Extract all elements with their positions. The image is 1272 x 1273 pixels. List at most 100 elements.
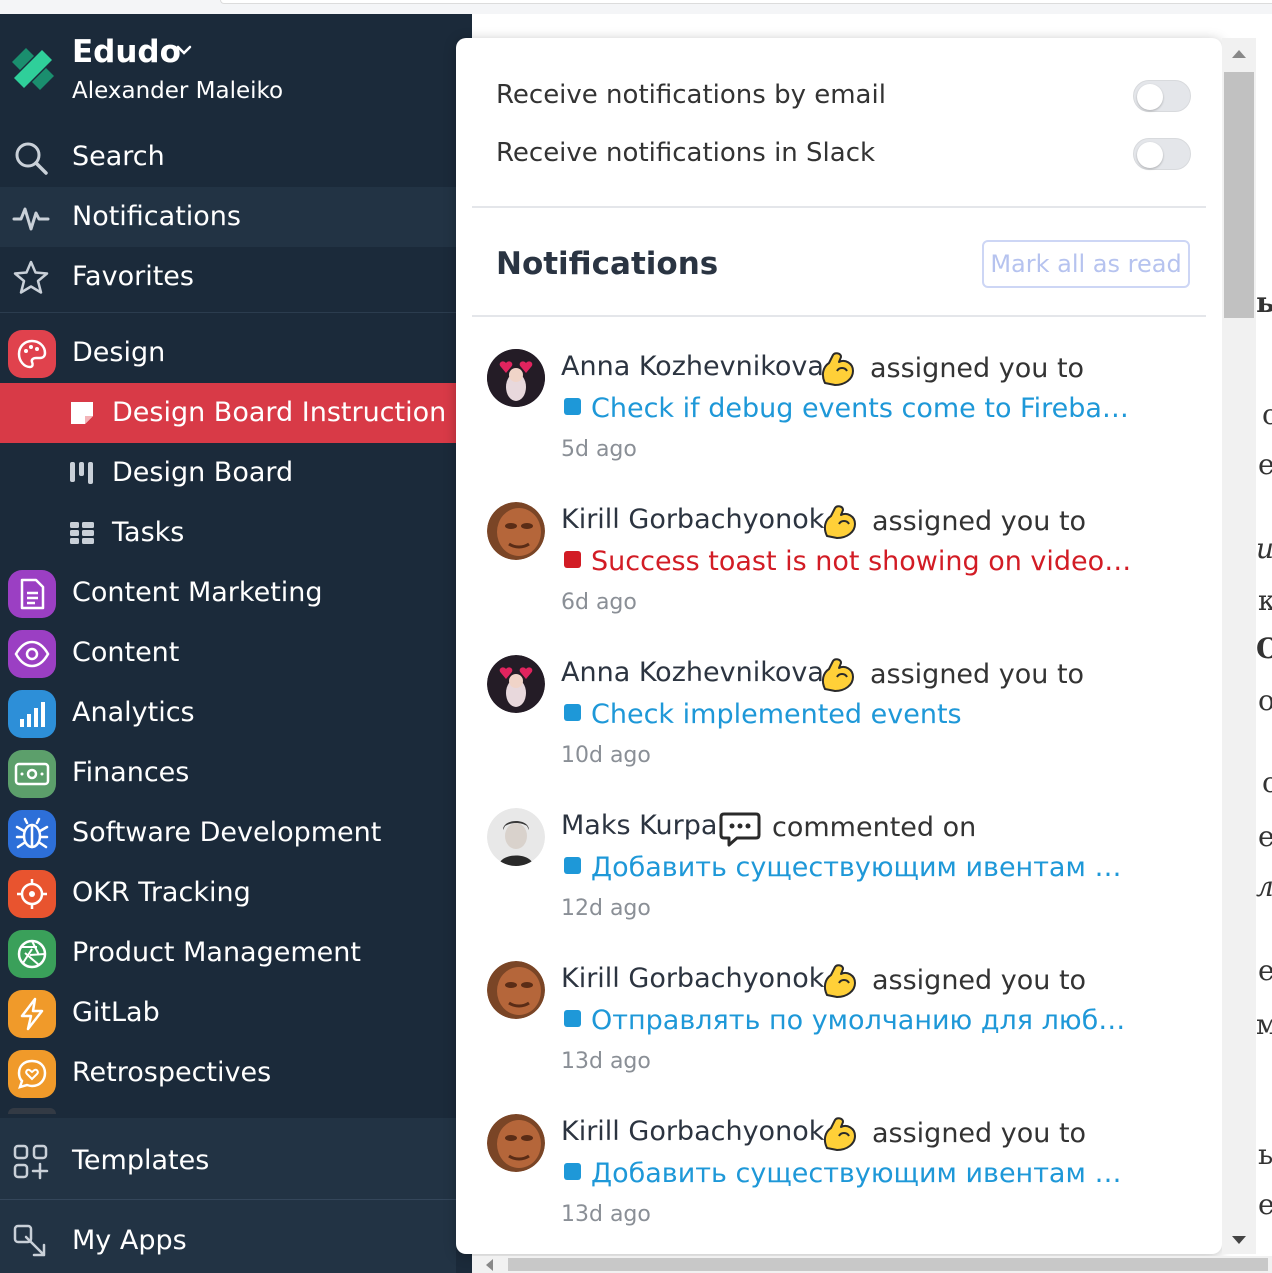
nav-notifications-label: Notifications: [72, 201, 241, 232]
board-columns-icon: [70, 462, 93, 484]
app-tasks[interactable]: Tasks: [0, 503, 456, 563]
nav-search[interactable]: Search: [0, 127, 456, 187]
app-software-development-label: Software Development: [72, 817, 382, 848]
notification-action: assigned you to: [872, 506, 1087, 537]
app-design-board-instruction-label: Design Board Instruction: [112, 397, 447, 428]
notification-item[interactable]: Maks Kurpa commented on Добавить существ…: [456, 808, 1222, 961]
app-design-label: Design: [72, 337, 166, 368]
notification-task-link[interactable]: Check if debug events come to Firebase. …: [564, 393, 1134, 424]
mark-all-read-button[interactable]: Mark all as read: [982, 240, 1190, 288]
app-finances[interactable]: Finances: [0, 743, 456, 803]
app-retrospectives[interactable]: Retrospectives: [0, 1043, 456, 1103]
app-content-marketing-label: Content Marketing: [72, 577, 323, 608]
notification-item[interactable]: Kirill Gorbachyonok assigned you to Succ…: [456, 502, 1222, 655]
task-title: Добавить существующим ивентам токе...: [591, 1158, 1134, 1189]
app-retrospectives-label: Retrospectives: [72, 1057, 272, 1088]
browser-top-strip: [0, 0, 1272, 14]
panel-scrollbar[interactable]: [1222, 38, 1256, 1254]
table-grid-icon: [70, 522, 94, 544]
notification-task-link[interactable]: Check implemented events: [564, 699, 1134, 730]
notification-task-link[interactable]: Отправлять по умолчанию для любого ...: [564, 1005, 1134, 1036]
scroll-up-arrow-icon[interactable]: [1232, 50, 1246, 58]
user-name: Alexander Maleiko: [72, 78, 284, 104]
slack-notifications-toggle[interactable]: [1133, 138, 1191, 170]
notification-user[interactable]: Maks Kurpa: [561, 810, 717, 841]
app-gitlab[interactable]: GitLab: [0, 983, 456, 1043]
app-design-board-instruction[interactable]: Design Board Instruction: [0, 383, 456, 443]
workspace-name: Edudo: [72, 34, 181, 70]
app-design-board[interactable]: Design Board: [0, 443, 456, 503]
app-product-management-label: Product Management: [72, 937, 361, 968]
banknote-icon: [8, 750, 56, 798]
bug-icon: [8, 810, 56, 858]
background-text: м: [1256, 1008, 1272, 1041]
flexed-biceps-icon: [823, 1117, 856, 1151]
chevron-down-icon: [176, 45, 192, 55]
notification-user[interactable]: Anna Kozhevnikova: [561, 657, 824, 688]
scroll-left-arrow-icon[interactable]: [486, 1259, 493, 1271]
templates-grid-plus-icon: [13, 1144, 49, 1180]
bar-chart-icon: [8, 690, 56, 738]
notification-user[interactable]: Anna Kozhevnikova: [561, 351, 824, 382]
task-title: Check if debug events come to Firebase. …: [591, 393, 1134, 424]
background-text: ь: [1256, 286, 1272, 319]
document-icon: [8, 570, 56, 618]
notification-item[interactable]: Anna Kozhevnikova assigned you to Check …: [456, 349, 1222, 502]
speech-bubble-icon: [719, 812, 761, 847]
notification-time: 13d ago: [561, 1049, 651, 1074]
horizontal-scrollbar[interactable]: [472, 1256, 1272, 1273]
app-analytics[interactable]: Analytics: [0, 683, 456, 743]
background-text: е: [1258, 1188, 1272, 1221]
avatar: [487, 808, 545, 866]
notification-item[interactable]: Kirill Gorbachyonok assigned you to Отпр…: [456, 961, 1222, 1114]
notification-task-link[interactable]: Success toast is not showing on video sa…: [564, 546, 1134, 577]
workspace-switcher[interactable]: Edudo Alexander Maleiko: [0, 14, 472, 114]
avatar: [487, 961, 545, 1019]
app-product-management[interactable]: Product Management: [0, 923, 456, 983]
app-analytics-label: Analytics: [72, 697, 195, 728]
status-square-icon: [564, 398, 581, 415]
app-gitlab-label: GitLab: [72, 997, 160, 1028]
notification-item[interactable]: Kirill Gorbachyonok assigned you to Доба…: [456, 1114, 1222, 1254]
avatar: [487, 502, 545, 560]
notification-user[interactable]: Kirill Gorbachyonok: [561, 963, 824, 994]
background-text: с: [1262, 766, 1272, 799]
status-square-icon: [564, 551, 581, 568]
slack-setting-label: Receive notifications in Slack: [496, 138, 876, 168]
aperture-icon: [8, 930, 56, 978]
nav-notifications[interactable]: Notifications: [0, 187, 456, 247]
background-text: е: [1258, 954, 1272, 987]
app-design[interactable]: Design: [0, 323, 456, 383]
nav-search-label: Search: [72, 141, 165, 172]
app-content[interactable]: Content: [0, 623, 456, 683]
nav-templates[interactable]: Templates: [0, 1131, 456, 1191]
notification-item[interactable]: Anna Kozhevnikova assigned you to Check …: [456, 655, 1222, 808]
panel-title: Notifications: [496, 246, 719, 282]
toggle-knob: [1137, 84, 1163, 110]
app-okr-tracking[interactable]: OKR Tracking: [0, 863, 456, 923]
my-apps-icon: [13, 1224, 46, 1257]
notifications-panel: Receive notifications by email Receive n…: [456, 38, 1222, 1254]
edudo-logo-icon: [12, 48, 54, 90]
flexed-biceps-icon: [823, 505, 856, 539]
notification-user[interactable]: Kirill Gorbachyonok: [561, 504, 824, 535]
palette-icon: [8, 330, 56, 378]
scrollbar-thumb[interactable]: [1224, 72, 1254, 318]
horizontal-scrollbar-thumb[interactable]: [508, 1258, 1268, 1271]
notification-user[interactable]: Kirill Gorbachyonok: [561, 1116, 824, 1147]
app-content-marketing[interactable]: Content Marketing: [0, 563, 456, 623]
app-design-board-label: Design Board: [112, 457, 294, 488]
scroll-down-arrow-icon[interactable]: [1232, 1236, 1246, 1244]
email-notifications-toggle[interactable]: [1133, 80, 1191, 112]
notification-task-link[interactable]: Добавить существующим ивентам токе...: [564, 1158, 1134, 1189]
background-text: к: [1258, 584, 1272, 617]
task-title: Success toast is not showing on video sa…: [591, 546, 1134, 577]
nav-favorites[interactable]: Favorites: [0, 247, 456, 307]
avatar: [487, 655, 545, 713]
app-software-development[interactable]: Software Development: [0, 803, 456, 863]
sidebar-divider: [0, 312, 456, 313]
notification-task-link[interactable]: Добавить существующим ивентам токе...: [564, 852, 1134, 883]
star-icon: [13, 260, 49, 294]
app-icon-partial: [8, 1108, 56, 1114]
nav-my-apps[interactable]: My Apps: [0, 1211, 456, 1271]
